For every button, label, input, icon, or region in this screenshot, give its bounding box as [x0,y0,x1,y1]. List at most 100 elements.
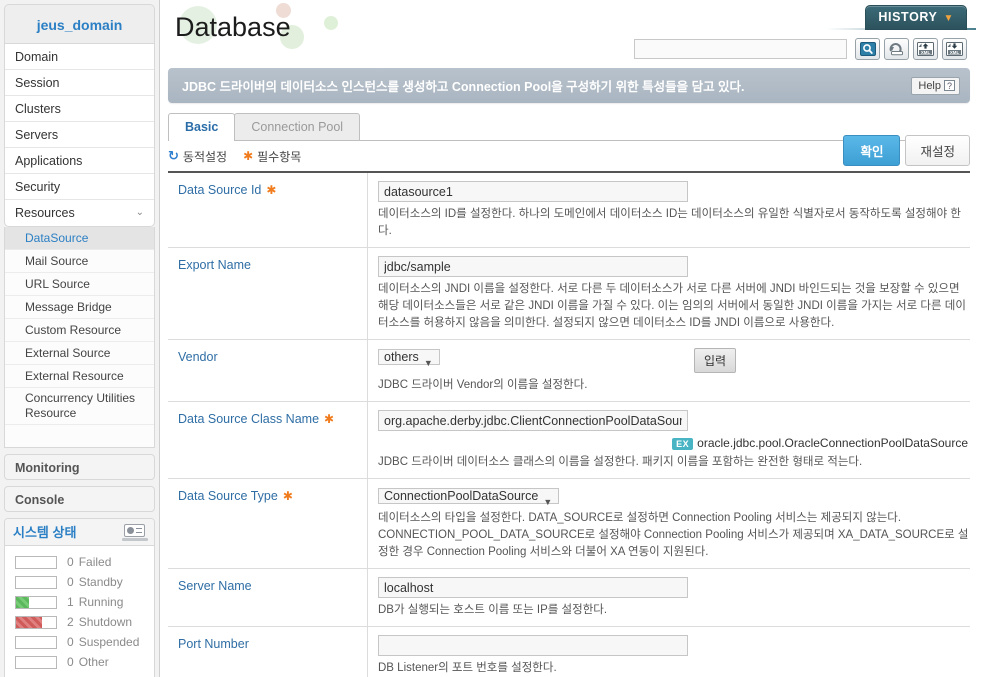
sidebar-subitem-url-source[interactable]: URL Source [5,273,154,296]
sidebar-subitem-mail-source[interactable]: Mail Source [5,250,154,273]
asterisk-icon: ✱ [243,149,254,163]
history-button[interactable]: HISTORY ▼ [865,5,967,30]
form-label: Port Number [168,627,368,677]
sidebar-item-label: Resources [15,206,75,220]
form-description: DB Listener의 포트 번호를 설정한다. [378,662,557,674]
status-label: Other [78,655,109,669]
status-label: Running [78,595,124,609]
sidebar-item-monitoring[interactable]: Monitoring [4,454,155,480]
sidebar-item-servers[interactable]: Servers [5,122,154,148]
status-text: 0 Suspended [67,635,139,649]
form-description: JDBC 드라이버 데이터소스 클래스의 이름을 설정한다. 패키지 이름을 포… [378,456,863,468]
decorative-circle-4 [324,16,338,30]
tab-basic[interactable]: Basic [168,113,236,141]
sidebar-subitem-message-bridge[interactable]: Message Bridge [5,296,154,319]
search-icon [859,42,876,56]
form-description: 데이터소스의 JNDI 이름을 설정한다. 서로 다른 두 데이터소스가 서로 … [378,283,966,329]
settings-form: Data Source Id ✱ 데이터소스의 ID를 설정한다. 하나의 도메인에… [168,173,970,677]
legend-label-dynamic: 동적설정 [182,149,228,164]
form-row: Data Source Class Name ✱ EXoracle.jdbc.poo… [168,402,970,479]
status-bar-shutdown [15,615,57,629]
form-label: Data Source Type ✱ [168,479,368,568]
status-text: 0 Other [67,655,109,669]
domain-title: jeus_domain [4,4,155,44]
sidebar-item-resources[interactable]: Resources ⌄ [5,200,154,226]
example-text: oracle.jdbc.pool.OracleConnectionPoolDat… [697,436,968,450]
form-field: EXoracle.jdbc.pool.OracleConnectionPoolD… [368,402,970,478]
status-bar-running [15,595,57,609]
form-label: Server Name [168,569,368,626]
vendor-select[interactable]: others ▼ [378,348,688,368]
data-source-type-select[interactable]: ConnectionPoolDataSource ▼ [378,487,688,507]
status-bar-other [15,655,57,669]
required-asterisk-icon: ✱ [266,183,277,197]
legend-item-required: ✱ 필수항목 [243,148,301,165]
sidebar-item-domain[interactable]: Domain [5,44,154,70]
sidebar-subitem-custom-resource[interactable]: Custom Resource [5,319,154,342]
sidebar-subitem-external-source[interactable]: External Source [5,342,154,365]
vendor-select-value: others ▼ [378,349,440,368]
status-count: 0 [67,655,74,669]
status-row: 0 Suspended [5,632,154,652]
reset-button[interactable]: 재설정 [905,135,970,166]
data-source-class-name-input[interactable] [378,410,688,431]
vendor-input-button[interactable]: 입력 [694,348,737,373]
tab-connection-pool[interactable]: Connection Pool [234,113,361,140]
form-label-text: Data Source Class Name [178,412,320,426]
server-name-input[interactable] [378,577,688,598]
status-bar-failed [15,555,57,569]
form-row: Vendor others ▼ 입력 JDBC 드라이버 Vendor의 이름을 설정한… [168,340,970,402]
status-count: 0 [67,635,74,649]
sidebar-item-label: Clusters [15,102,61,116]
sidebar-item-session[interactable]: Session [5,70,154,96]
sidebar-subitem-concurrency-utilities-resource[interactable]: Concurrency Utilities Resource [5,388,154,425]
sidebar-item-security[interactable]: Security [5,174,154,200]
form-row: Export Name 데이터소스의 JNDI 이름을 설정한다. 서로 다른 두… [168,248,970,340]
port-number-input[interactable] [378,635,688,656]
required-asterisk-icon: ✱ [282,489,293,503]
system-status-panel: 시스템 상태 0 Failed 0 Standby 1 Running 2 Shutdown 0… [4,518,155,677]
search-input[interactable] [634,39,847,59]
confirm-button[interactable]: 확인 [843,135,901,166]
form-label-text: Vendor [178,350,218,364]
status-row: 0 Standby [5,572,154,592]
form-label: Vendor [168,340,368,401]
sidebar-nav: Domain Session Clusters Servers Applications… [4,44,155,227]
search-button[interactable] [855,38,880,60]
status-label: Shutdown [78,615,133,629]
sidebar-item-clusters[interactable]: Clusters [5,96,154,122]
legend-bar: ↻ 동적설정 ✱ 필수항목 확인 재설정 [168,135,970,173]
example-line: EX oracle.jdbc.pool.OracleConnectionPoolD… [378,436,970,450]
xml-import-button[interactable]: XML [913,38,938,60]
form-description: JDBC 드라이버 Vendor의 이름을 설정한다. [378,379,588,391]
status-row: 0 Failed [5,552,154,572]
data-source-id-input[interactable] [378,181,688,202]
status-count: 0 [67,575,74,589]
export-name-input[interactable] [378,256,688,277]
topbar: Database HISTORY ▼ XML XML [160,0,986,68]
form-row: Data Source Id ✱ 데이터소스의 ID를 설정한다. 하나의 도메인에… [168,173,970,248]
sidebar-item-applications[interactable]: Applications [5,148,154,174]
form-row: Data Source Type ✱ ConnectionPoolDataSourc… [168,479,970,569]
search-toolbar: XML XML [634,38,967,60]
monitor-icon[interactable] [122,523,148,541]
status-text: 2 Shutdown [67,615,132,629]
sidebar: jeus_domain Domain Session Clusters Servers… [0,0,160,677]
chevron-down-icon: ▼ [543,497,553,507]
sidebar-subitem-datasource[interactable]: DataSource [5,227,154,250]
xml-export-button[interactable]: XML [942,38,967,60]
form-label: Data Source Id ✱ [168,173,368,247]
sidebar-item-label: Session [15,76,60,90]
sidebar-subitem-external-resource[interactable]: External Resource [5,365,154,388]
refresh-button[interactable] [884,38,909,60]
sidebar-item-console[interactable]: Console [4,486,155,512]
status-bar-fill [16,616,43,628]
status-bar-suspended [15,635,57,649]
status-label: Suspended [78,635,140,649]
sidebar-item-label: Domain [15,50,59,64]
svg-text:XML: XML [950,50,960,55]
help-button[interactable]: Help ? [911,76,960,95]
status-label: Standby [78,575,123,589]
status-row: 0 Other [5,652,154,672]
status-bar-standby [15,575,57,589]
